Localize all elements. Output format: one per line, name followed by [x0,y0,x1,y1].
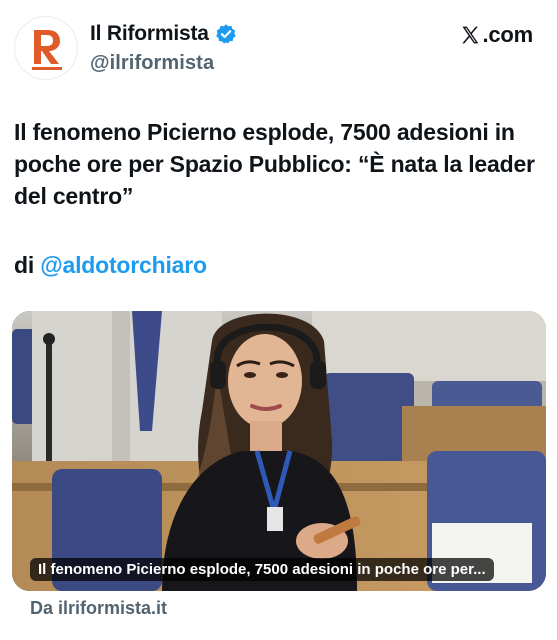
verified-badge-icon [215,24,236,44]
article-photo [12,311,546,591]
card-source-link[interactable]: Da ilriformista.it [30,598,167,619]
byline-prefix: di [14,252,35,278]
riformista-logo-icon [32,30,62,70]
account-avatar[interactable] [14,16,78,80]
account-name-row: Il Riformista [90,22,237,46]
x-brand[interactable]: .com [460,22,533,48]
tweet-byline: di @aldotorchiaro [14,252,207,279]
tweet-text: Il fenomeno Picierno esplode, 7500 adesi… [14,119,535,209]
author-mention-link[interactable]: @aldotorchiaro [40,252,207,278]
card-caption: Il fenomeno Picierno esplode, 7500 adesi… [30,558,494,581]
x-domain-label: .com [482,22,533,47]
x-logo-icon [462,26,479,44]
account-handle[interactable]: @ilriformista [90,52,214,75]
account-name[interactable]: Il Riformista [90,22,209,46]
link-card[interactable]: Il fenomeno Picierno esplode, 7500 adesi… [12,311,546,591]
tweet-header: Il Riformista @ilriformista .com [0,0,557,92]
